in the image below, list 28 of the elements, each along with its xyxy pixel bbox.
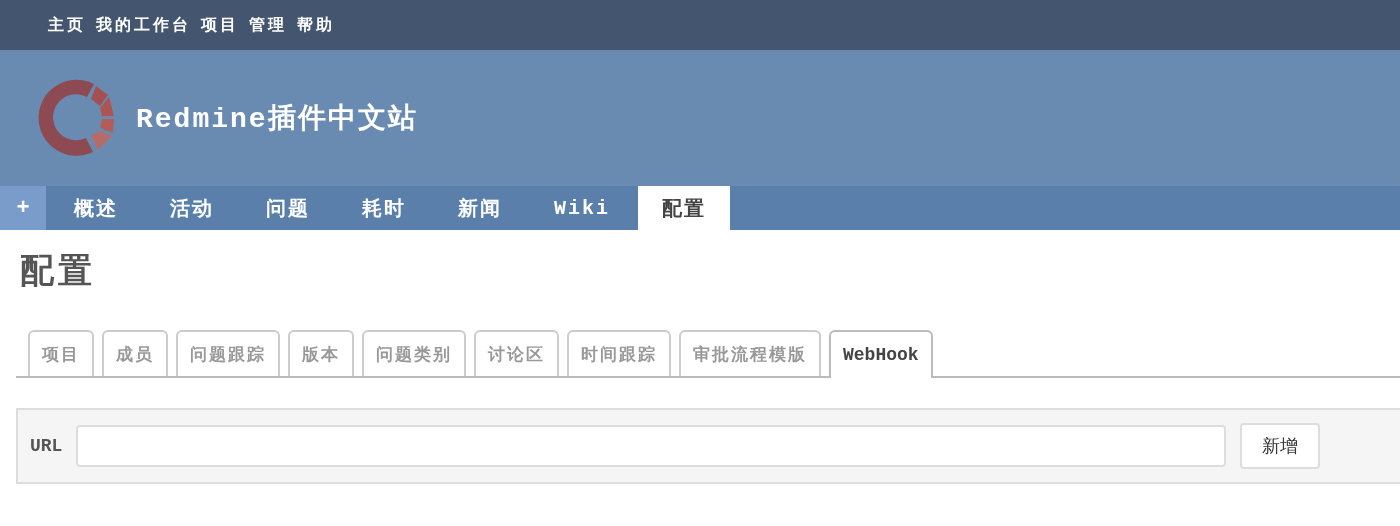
settings-tab[interactable]: 成员: [102, 330, 168, 376]
settings-tab[interactable]: 时间跟踪: [567, 330, 671, 376]
menu-tab[interactable]: 活动: [146, 186, 238, 230]
site-title: Redmine插件中文站: [136, 102, 418, 137]
url-label: URL: [30, 436, 63, 456]
page-title: 配置: [20, 249, 97, 292]
top-menu-link[interactable]: 主页: [48, 14, 92, 36]
logo-icon: [36, 78, 116, 158]
top-menu-link[interactable]: 管理: [249, 14, 293, 36]
menu-tab[interactable]: 概述: [50, 186, 142, 230]
add-button[interactable]: 新增: [1240, 423, 1321, 469]
settings-tab[interactable]: 项目: [28, 330, 94, 376]
settings-tab[interactable]: 审批流程模版: [679, 330, 821, 376]
settings-tab[interactable]: 问题跟踪: [176, 330, 280, 376]
top-menu-link[interactable]: 项目: [201, 14, 245, 36]
menu-tab[interactable]: 耗时: [338, 186, 430, 230]
new-button[interactable]: +: [0, 186, 46, 230]
menu-tab[interactable]: 问题: [242, 186, 334, 230]
settings-tab[interactable]: 问题类别: [362, 330, 466, 376]
settings-tab[interactable]: 讨论区: [474, 330, 559, 376]
top-menu-link[interactable]: 我的工作台: [96, 14, 197, 36]
url-field[interactable]: [76, 425, 1227, 467]
settings-tab[interactable]: WebHook: [829, 330, 933, 378]
menu-tab[interactable]: 新闻: [434, 186, 526, 230]
menu-tab[interactable]: 配置: [638, 186, 730, 230]
settings-tab[interactable]: 版本: [288, 330, 354, 376]
top-menu-link[interactable]: 帮助: [297, 14, 341, 36]
menu-tab[interactable]: Wiki: [530, 186, 634, 230]
